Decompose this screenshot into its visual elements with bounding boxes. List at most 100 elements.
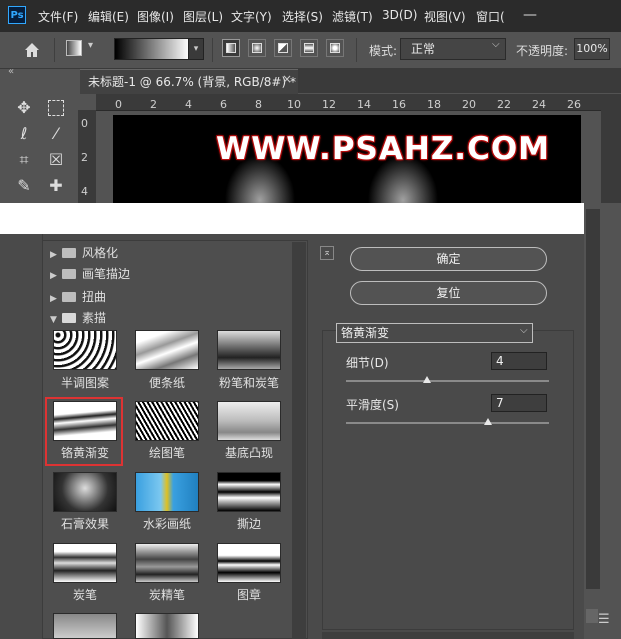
category-brush-strokes[interactable]: ▶ 画笔描边 xyxy=(50,264,290,284)
category-label: 画笔描边 xyxy=(82,267,131,281)
ruler-tick: 4 xyxy=(81,185,88,198)
gradient-dropdown-chevron-icon[interactable]: ▾ xyxy=(188,38,204,60)
gradient-editor-swatch[interactable] xyxy=(114,38,190,60)
ruler-tick: 12 xyxy=(322,98,336,111)
panel-menu-icon[interactable]: ☰ xyxy=(598,612,610,627)
collapse-panel-icon[interactable]: « xyxy=(8,66,14,77)
blend-mode-select[interactable]: 正常 xyxy=(400,38,506,60)
smoothness-slider-track[interactable] xyxy=(346,422,549,424)
crop-icon[interactable]: ⌗ xyxy=(12,148,36,172)
detail-slider-thumb[interactable] xyxy=(423,376,432,383)
menu-3d[interactable]: 3D(D) xyxy=(382,8,417,22)
reflected-gradient-button[interactable] xyxy=(300,39,318,57)
open-folder-icon xyxy=(62,313,76,323)
preview-area xyxy=(0,234,43,639)
opacity-input[interactable]: 100% xyxy=(574,38,610,60)
menu-file[interactable]: 文件(F) xyxy=(38,8,78,25)
filter-settings-box xyxy=(322,330,574,630)
filter-thumbnail-plaster[interactable] xyxy=(53,472,117,512)
category-stylize[interactable]: ▶ 风格化 xyxy=(50,243,290,263)
scroll-handle[interactable] xyxy=(586,609,598,623)
chevron-down-icon[interactable]: ⌵ xyxy=(520,325,528,336)
folder-icon xyxy=(62,292,76,302)
filter-thumbnail-label: 便条纸 xyxy=(148,376,185,390)
ruler-tick: 18 xyxy=(427,98,441,111)
divider xyxy=(54,38,55,62)
chevron-down-icon[interactable]: ⌵ xyxy=(492,39,500,50)
marquee-icon[interactable] xyxy=(44,96,68,120)
ruler-tick: 0 xyxy=(115,98,122,111)
linear-gradient-button[interactable] xyxy=(222,39,240,57)
angle-gradient-button[interactable] xyxy=(274,39,292,57)
gradient-preset-icon[interactable] xyxy=(66,40,82,56)
canvas-text: WWW.PSAHZ.COM xyxy=(216,131,551,167)
filter-thumbnail[interactable] xyxy=(135,613,199,639)
category-distort[interactable]: ▶ 扭曲 xyxy=(50,287,290,307)
category-label: 素描 xyxy=(82,311,107,325)
filter-thumbnail-label: 炭精笔 xyxy=(148,588,185,602)
selected-filter-highlight xyxy=(45,397,123,466)
horizontal-ruler xyxy=(96,94,601,111)
filter-list-scrollbar[interactable] xyxy=(292,242,306,639)
magic-wand-icon[interactable]: ⁄ xyxy=(44,122,68,146)
menu-type[interactable]: 文字(Y) xyxy=(231,8,272,25)
document-canvas[interactable]: WWW.PSAHZ.COM xyxy=(113,115,581,205)
menu-view[interactable]: 视图(V) xyxy=(424,8,466,25)
menu-window[interactable]: 窗口( xyxy=(476,8,505,25)
expand-triangle-icon: ▶ xyxy=(50,250,57,260)
collapse-gallery-icon[interactable]: ⌅ xyxy=(320,246,334,260)
smoothness-slider-thumb[interactable] xyxy=(484,418,493,425)
lasso-icon[interactable]: ℓ xyxy=(12,122,36,146)
detail-input[interactable]: 4 xyxy=(491,352,547,370)
ruler-tick: 20 xyxy=(462,98,476,111)
folder-icon xyxy=(62,248,76,258)
canvas-scrollbar[interactable] xyxy=(601,94,621,209)
filter-thumbnail-water-paper[interactable] xyxy=(135,472,199,512)
frame-icon[interactable]: ☒ xyxy=(44,148,68,172)
home-icon[interactable] xyxy=(22,40,42,60)
filter-thumbnail-charcoal[interactable] xyxy=(53,543,117,583)
photoshop-logo-icon: Ps xyxy=(8,6,26,24)
opacity-label: 不透明度: xyxy=(516,44,569,58)
filter-select[interactable]: 铬黄渐变 xyxy=(336,323,533,343)
dialog-scrollbar[interactable] xyxy=(586,209,600,589)
filter-thumbnail-halftone[interactable] xyxy=(53,330,117,370)
expand-triangle-icon: ▶ xyxy=(50,271,57,281)
filter-thumbnail[interactable] xyxy=(53,613,117,639)
filter-thumbnail-conte-crayon[interactable] xyxy=(135,543,199,583)
filter-thumbnail-graphic-pen[interactable] xyxy=(135,401,199,441)
eyedropper-icon[interactable]: ✎ xyxy=(12,174,36,198)
category-label: 扭曲 xyxy=(82,290,107,304)
category-sketch[interactable]: ▼ 素描 xyxy=(50,308,290,328)
smoothness-label: 平滑度(S) xyxy=(346,398,399,412)
detail-slider-track[interactable] xyxy=(346,380,549,382)
filter-thumbnail-label: 半调图案 xyxy=(60,376,109,390)
radial-gradient-button[interactable] xyxy=(248,39,266,57)
filter-thumbnail-label: 撕边 xyxy=(236,517,261,531)
smoothness-input[interactable]: 7 xyxy=(491,394,547,412)
window-minimize-button[interactable]: — xyxy=(510,0,550,32)
close-icon[interactable]: × xyxy=(282,72,292,86)
healing-icon[interactable]: ✚ xyxy=(44,174,68,198)
filter-thumbnail-bas-relief[interactable] xyxy=(217,401,281,441)
chevron-down-icon[interactable]: ▾ xyxy=(88,40,93,51)
menu-filter[interactable]: 滤镜(T) xyxy=(332,8,373,25)
filter-thumbnail-note-paper[interactable] xyxy=(135,330,199,370)
move-icon[interactable]: ✥ xyxy=(12,96,36,120)
ruler-tick: 8 xyxy=(255,98,262,111)
divider xyxy=(212,38,213,62)
reset-button[interactable]: 复位 xyxy=(350,281,547,305)
ruler-tick: 24 xyxy=(532,98,546,111)
menu-select[interactable]: 选择(S) xyxy=(282,8,323,25)
filter-thumbnail-torn-edges[interactable] xyxy=(217,472,281,512)
diamond-gradient-button[interactable] xyxy=(326,39,344,57)
expand-triangle-icon: ▶ xyxy=(50,294,57,304)
filter-thumbnail-chalk-charcoal[interactable] xyxy=(217,330,281,370)
menu-image[interactable]: 图像(I) xyxy=(137,8,174,25)
filter-thumbnail-stamp[interactable] xyxy=(217,543,281,583)
ok-button[interactable]: 确定 xyxy=(350,247,547,271)
menu-layer[interactable]: 图层(L) xyxy=(183,8,223,25)
menu-edit[interactable]: 编辑(E) xyxy=(88,8,129,25)
folder-icon xyxy=(62,269,76,279)
ruler-tick: 10 xyxy=(287,98,301,111)
